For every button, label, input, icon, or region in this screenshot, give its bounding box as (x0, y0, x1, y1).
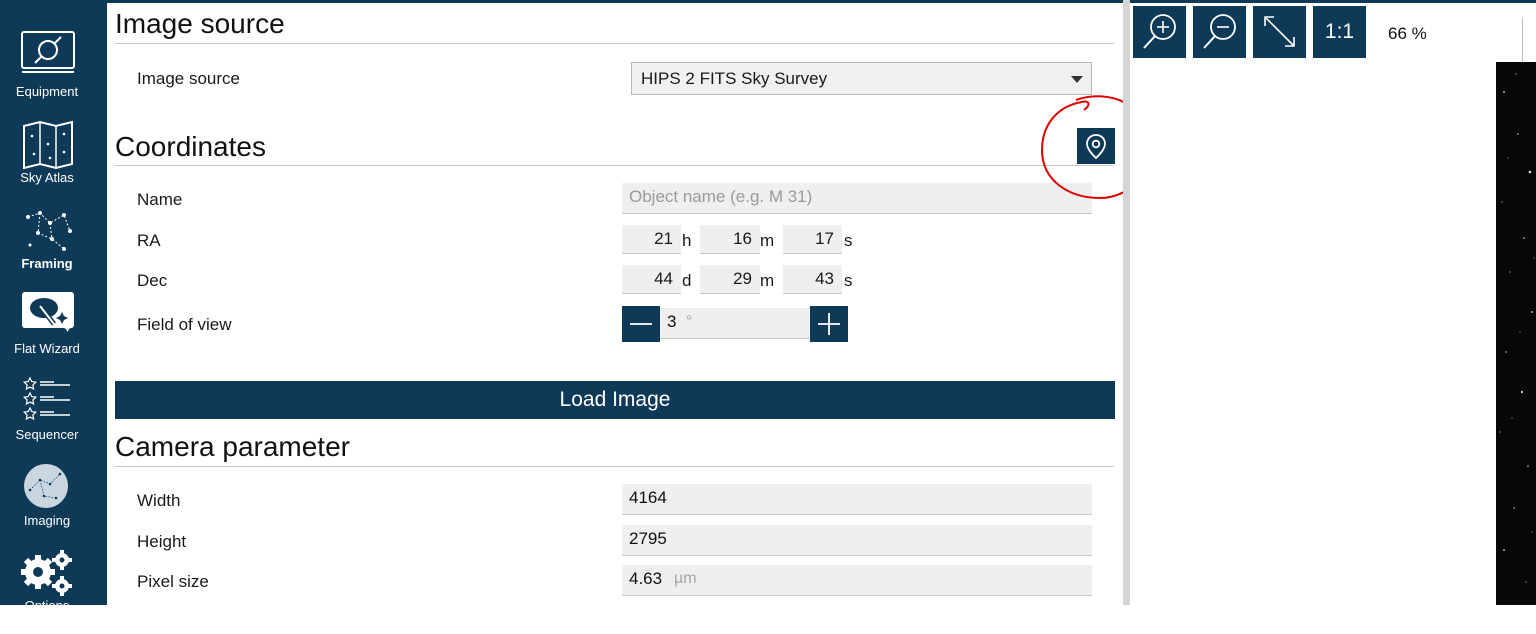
actual-size-button[interactable]: 1:1 (1313, 6, 1366, 58)
pixel-size-input[interactable]: 4.63 µm (622, 565, 1092, 596)
ra-seconds-unit: s (844, 231, 853, 250)
list-stars-icon (22, 376, 70, 421)
star-map-icon (23, 120, 73, 170)
zoom-in-button[interactable] (1133, 6, 1186, 58)
sidebar-item-label: Options (24, 598, 70, 613)
dec-degrees-input[interactable]: 44 (622, 265, 681, 294)
fit-to-screen-button[interactable] (1253, 6, 1306, 58)
sky-survey-image[interactable] (1496, 62, 1536, 605)
sidebar-item-equipment[interactable]: Equipment (0, 28, 107, 114)
ra-seconds-input[interactable]: 17 (783, 225, 842, 254)
pane-splitter[interactable] (1123, 0, 1130, 605)
image-preview-pane: 1:1 66 % (1130, 3, 1536, 605)
gears-icon (21, 550, 72, 596)
expand-diagonal-icon (1264, 16, 1295, 47)
zoom-out-button[interactable] (1193, 6, 1246, 58)
object-name-placeholder: Object name (e.g. M 31) (629, 187, 813, 206)
sidebar-item-label: Imaging (23, 513, 71, 528)
camera-height-input[interactable]: 2795 (622, 525, 1092, 556)
load-image-button[interactable]: Load Image (115, 381, 1115, 419)
divider (115, 43, 1114, 44)
ra-minutes-input[interactable]: 16 (700, 225, 760, 254)
image-source-label: Image source (137, 69, 240, 88)
section-title-image-source: Image source (115, 8, 285, 39)
sidebar-item-framing[interactable]: Framing (0, 205, 107, 291)
section-title-coordinates: Coordinates (115, 131, 266, 162)
telescope-view-icon (24, 464, 68, 508)
ra-label: RA (137, 231, 161, 250)
sidebar-item-label: Equipment (15, 84, 79, 99)
sidebar-item-label: Flat Wizard (14, 341, 80, 356)
plus-icon (818, 313, 840, 335)
divider (115, 466, 1114, 467)
sidebar-item-label: Framing (21, 256, 73, 271)
dec-seconds-input[interactable]: 43 (783, 265, 842, 294)
divider (115, 165, 1114, 166)
ra-hours-input[interactable]: 21 (622, 225, 681, 254)
flat-panel-icon (22, 292, 74, 332)
decrease-fov-button[interactable] (622, 306, 660, 342)
name-label: Name (137, 190, 183, 209)
dec-minutes-input[interactable]: 29 (700, 265, 760, 294)
section-title-camera-parameter: Camera parameter (115, 431, 350, 462)
object-name-input[interactable]: Object name (e.g. M 31) (622, 183, 1092, 214)
field-of-view-label: Field of view (137, 315, 232, 334)
sidebar-item-flat-wizard[interactable]: Flat Wizard (0, 290, 107, 376)
zoom-level: 66 % (1388, 24, 1427, 43)
sidebar-item-sequencer[interactable]: Sequencer (0, 376, 107, 462)
width-label: Width (137, 491, 181, 510)
ra-hours-unit: h (682, 231, 692, 250)
field-of-view-value: 3 (667, 312, 677, 331)
sidebar-item-imaging[interactable]: Imaging (0, 462, 107, 548)
sidebar-item-label: Sky Atlas (20, 170, 74, 185)
framing-settings-pane: Image source Image source HIPS 2 FITS Sk… (107, 3, 1123, 605)
pixel-size-label: Pixel size (137, 572, 209, 591)
increase-fov-button[interactable] (810, 306, 848, 342)
camera-width-input[interactable]: 4164 (622, 484, 1092, 515)
divider (1522, 18, 1523, 65)
dec-label: Dec (137, 271, 168, 290)
plug-icon (21, 31, 75, 73)
image-source-select[interactable]: HIPS 2 FITS Sky Survey (631, 62, 1092, 95)
dec-seconds-unit: s (844, 271, 853, 290)
pixel-size-unit: µm (674, 570, 697, 587)
chevron-down-icon (1071, 76, 1083, 83)
sidebar-item-sky-atlas[interactable]: Sky Atlas (0, 120, 107, 206)
sidebar-item-label: Sequencer (15, 427, 79, 442)
sidebar: Equipment Sky Atlas Framing Flat Wizard … (0, 0, 107, 613)
ra-minutes-unit: m (760, 231, 775, 250)
dec-degrees-unit: d (682, 271, 692, 290)
constellation-icon (26, 211, 72, 251)
field-of-view-input[interactable]: 3 ° (660, 308, 810, 339)
dec-minutes-unit: m (760, 271, 775, 290)
minus-icon (630, 323, 652, 325)
zoom-in-icon (1143, 14, 1176, 49)
zoom-out-icon (1203, 14, 1236, 49)
sidebar-item-options[interactable]: Options (0, 548, 107, 634)
height-label: Height (137, 532, 187, 551)
image-source-value: HIPS 2 FITS Sky Survey (641, 69, 828, 88)
field-of-view-unit: ° (686, 313, 693, 330)
